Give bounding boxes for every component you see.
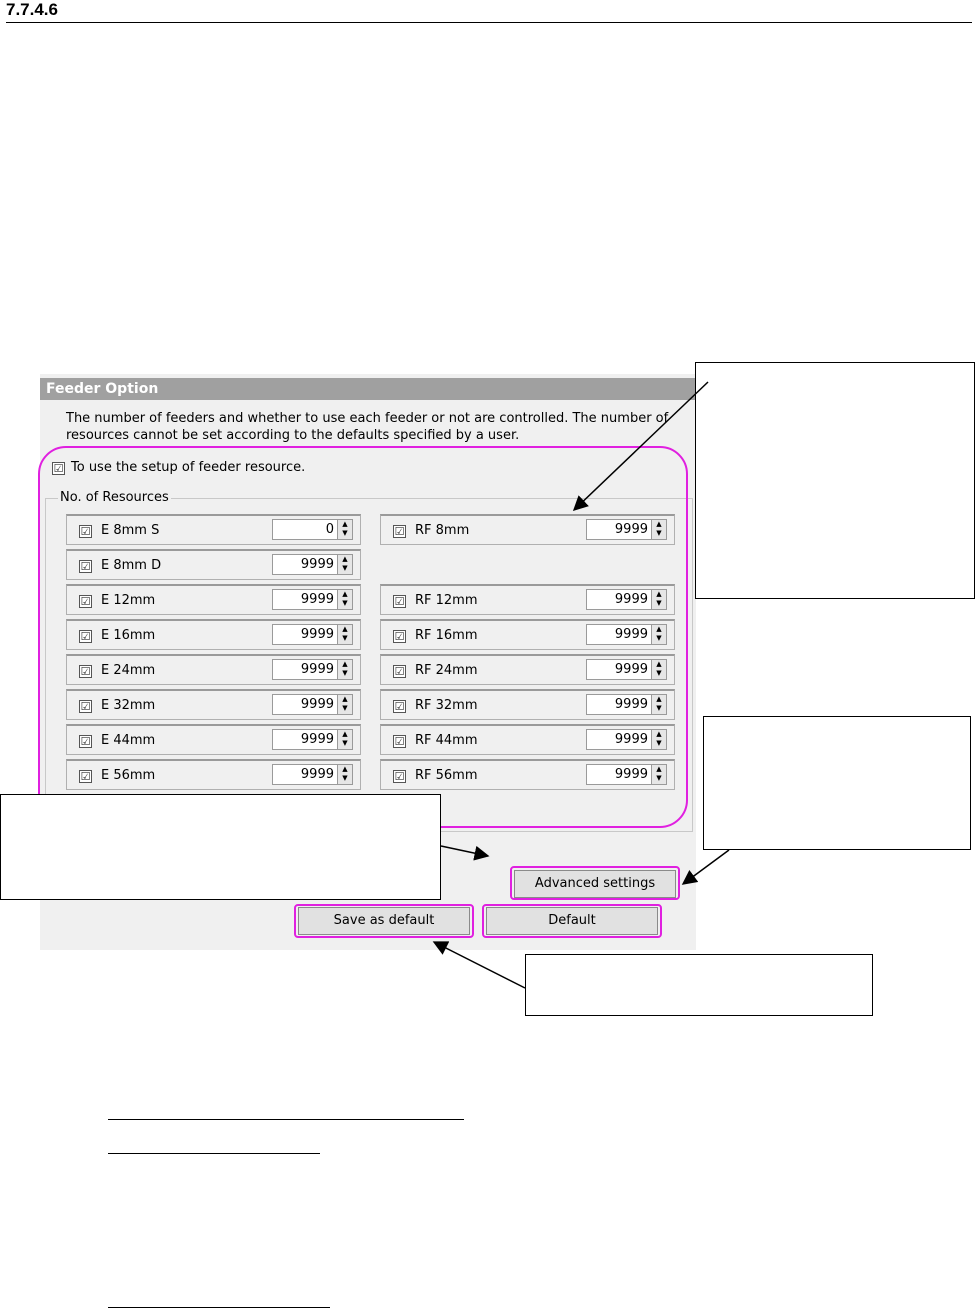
arrow-to-save-default <box>432 941 526 989</box>
underline-link-1 <box>108 1119 464 1120</box>
arrow-to-advanced <box>681 849 730 885</box>
arrow-to-resources <box>572 381 709 512</box>
underline-link-2 <box>108 1153 320 1154</box>
arrow-from-left-callout <box>440 845 490 861</box>
callout-arrows <box>432 381 730 989</box>
underline-link-3 <box>108 1307 330 1308</box>
